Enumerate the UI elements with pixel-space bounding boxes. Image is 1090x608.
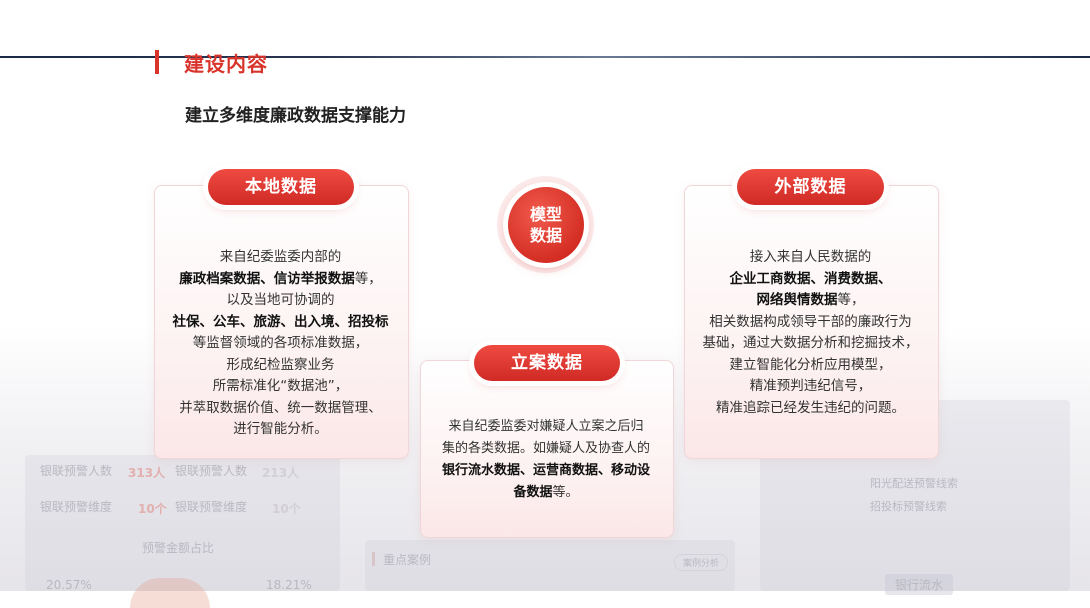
page-subtitle: 建立多维度廉政数据支撑能力 [185,106,406,126]
bold-text: 备数据 [513,485,553,500]
background-stat-label: 银联预警维度 [175,500,248,514]
section-accent-bar [155,50,159,74]
bold-text: 银行流水数据、运营商数据、移动设 [441,463,650,478]
background-stat-value: 10个 [138,502,167,516]
text-line: 社保、公车、旅游、出入境、招投标 [158,312,403,334]
bold-text: 企业工商数据、消费数据、 [729,270,892,287]
text-line: 接入来自人民数据的 [749,249,872,265]
background-stat-label: 银联预警人数 [175,464,248,478]
external-data-title: 外部数据 [737,169,884,205]
text-span: 等。 [552,485,579,500]
background-row-label: 招投标预警线索 [870,500,947,513]
case-data-text: 来自纪委监委对嫌疑人立案之后归 集的各类数据。如嫌疑人及协查人的 银行流水数据、… [424,416,668,504]
text-line: 等监督领域的各项标准数据， [192,335,369,351]
text-line: 集的各类数据。如嫌疑人及协查人的 [441,441,650,456]
text-line: 建立智能化分析应用模型， [729,356,892,373]
background-stat-value: 10个 [272,502,301,516]
text-line: 以及当地可协调的 [226,292,335,308]
text-line: 进行智能分析。 [233,421,328,437]
background-stat-value: 313人 [128,466,166,480]
bold-text: 、 [260,270,274,287]
text-line: 备数据等。 [424,482,668,504]
bold-text: 社保、公车、旅游、出入境、招投标 [172,313,389,330]
case-data-title: 立案数据 [474,345,620,381]
bold-text: 信访举报数据 [273,270,355,287]
text-line: 形成纪检监察业务 [226,356,335,373]
text-line: 精准预判违纪信号， [749,378,872,394]
text-line: 精准追踪已经发生违纪的问题。 [716,399,905,416]
model-data-badge: 模型 数据 [508,187,584,263]
badge-line: 模型 [529,205,562,224]
text-line: 所需标准化“数据池”， [212,378,349,394]
external-data-text: 接入来自人民数据的 企业工商数据、消费数据、 网络舆情数据等， 相关数据构成领导… [688,247,933,419]
background-case-button: 案例分析 [674,554,729,571]
background-percent: 20.57% [46,578,92,592]
local-data-title: 本地数据 [208,169,354,205]
header-divider [0,56,1090,58]
text-line: 来自纪委监委内部的 [219,249,342,265]
bold-text: 廉政档案数据 [179,270,261,287]
text-line: 相关数据构成领导干部的廉政行为 [709,313,912,330]
badge-line: 数据 [529,226,562,245]
text-line: 网络舆情数据等， [688,290,933,312]
background-bank-chip: 银行流水 [885,574,954,595]
background-stat-label: 银联预警人数 [40,464,113,478]
background-row-label: 阳光配送预警线索 [870,477,958,490]
background-stat-value: 213人 [262,466,300,480]
background-stat-label: 银联预警维度 [40,500,113,514]
background-chart-title: 预警金额占比 [142,541,215,555]
text-line: 基础，通过大数据分析和挖掘技术， [702,335,919,351]
section-title: 建设内容 [184,52,268,76]
local-data-text: 来自纪委监委内部的 廉政档案数据、信访举报数据等， 以及当地可协调的 社保、公车… [158,247,403,441]
text-line: 并萃取数据价值、统一数据管理、 [179,399,382,416]
text-line: 廉政档案数据、信访举报数据等， [158,269,403,291]
background-case-title: 重点案例 [383,553,432,567]
text-line: 来自纪委监委对嫌疑人立案之后归 [448,419,644,434]
text-span: 等， [354,270,382,287]
text-line: 银行流水数据、运营商数据、移动设 [424,460,668,482]
bold-text: 网络舆情数据 [756,292,838,308]
text-line: 企业工商数据、消费数据、 [688,269,933,291]
background-percent: 18.21% [266,578,312,592]
text-span: 等， [837,292,865,308]
background-case-bar [372,552,375,566]
